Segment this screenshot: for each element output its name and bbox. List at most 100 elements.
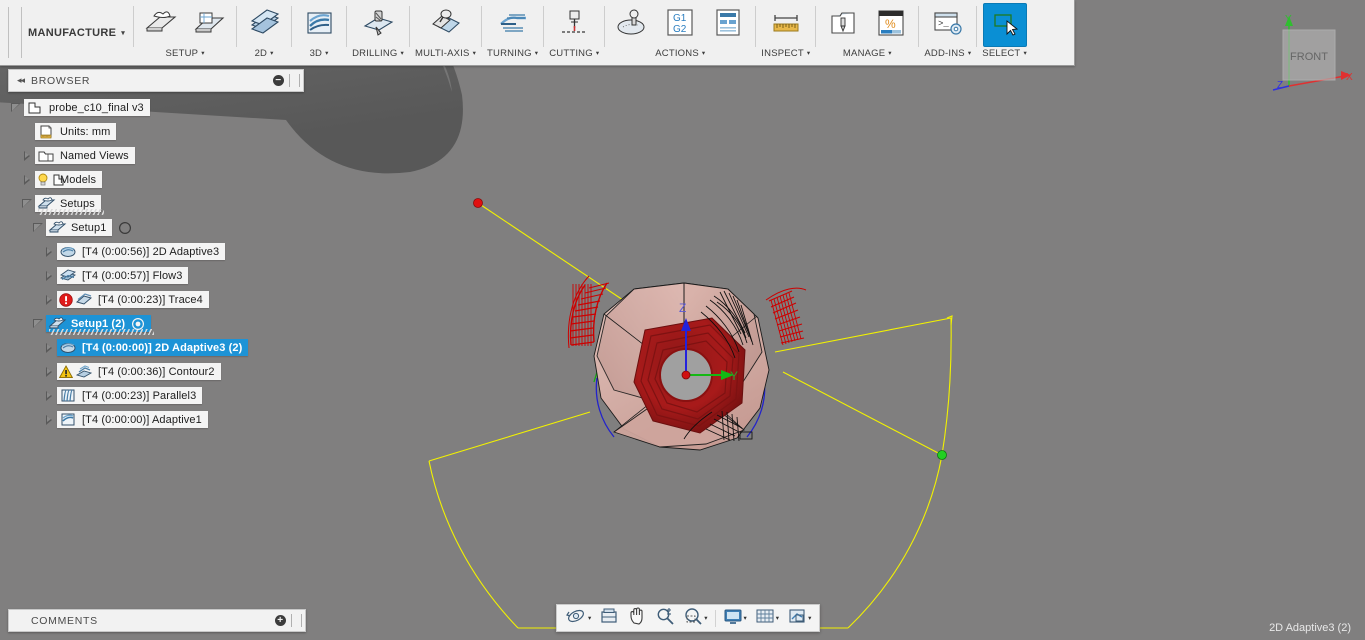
- collapse-panel-icon[interactable]: ◂◂: [9, 75, 31, 86]
- turning-button[interactable]: [491, 3, 535, 47]
- tree-item-chip[interactable]: [T4 (0:00:23)] Trace4: [57, 291, 209, 308]
- ribbon-panel-label[interactable]: INSPECT ▾: [761, 48, 810, 59]
- triangle-down-icon[interactable]: [19, 194, 35, 213]
- zoom-button[interactable]: [651, 606, 679, 630]
- tree-item-chip[interactable]: [T4 (0:00:57)] Flow3: [57, 267, 189, 284]
- triangle-right-icon[interactable]: [41, 290, 57, 309]
- manufacture-ribbon[interactable]: MANUFACTURE ▾ SETUP ▾ 2D ▾ 3D ▾ DRILLING ▾ MULTI…: [0, 0, 1075, 66]
- tool-library-button[interactable]: [821, 3, 865, 47]
- ribbon-panel-label[interactable]: MANAGE ▾: [843, 48, 892, 59]
- ribbon-panel-label[interactable]: ACTIONS ▾: [655, 48, 705, 59]
- select-button[interactable]: [982, 3, 1027, 47]
- tree-item-units[interactable]: Units: mm: [8, 122, 304, 141]
- ribbon-panel-label[interactable]: DRILLING ▾: [352, 48, 404, 59]
- look-at-button[interactable]: [595, 606, 623, 630]
- triangle-right-icon[interactable]: [41, 386, 57, 405]
- comments-resize-grip[interactable]: [291, 614, 302, 627]
- triangle-right-icon[interactable]: [41, 362, 57, 381]
- tree-item-op4[interactable]: [T4 (0:00:00)] 2D Adaptive3 (2): [8, 338, 304, 357]
- add-ins-button[interactable]: >_: [926, 3, 970, 47]
- new-folder-button[interactable]: [187, 3, 231, 47]
- workspace-switcher[interactable]: MANUFACTURE ▾: [24, 0, 133, 65]
- ribbon-panel-label[interactable]: SETUP ▾: [166, 48, 205, 59]
- panel-resize-grip[interactable]: [289, 74, 300, 87]
- ribbon-panel-label[interactable]: SELECT ▾: [982, 48, 1027, 59]
- tree-item-namedviews[interactable]: Named Views: [8, 146, 304, 165]
- minimize-icon[interactable]: −: [273, 75, 284, 86]
- browser-header[interactable]: ◂◂ BROWSER −: [8, 69, 304, 92]
- tree-item-chip[interactable]: [T4 (0:00:23)] Parallel3: [57, 387, 203, 404]
- view-cube[interactable]: Y X Z FRONT: [1261, 8, 1357, 96]
- machining-time-button[interactable]: %: [869, 3, 913, 47]
- triangle-right-icon[interactable]: [19, 170, 35, 189]
- measure-button[interactable]: [764, 3, 808, 47]
- tree-item-chip[interactable]: Models: [35, 171, 103, 188]
- tree-item-doc[interactable]: probe_c10_final v3: [8, 98, 304, 117]
- chevron-down-icon[interactable]: ▾: [588, 614, 591, 622]
- triangle-right-icon[interactable]: [41, 266, 57, 285]
- tree-item-chip[interactable]: Setup1: [46, 219, 113, 236]
- triangle-right-icon[interactable]: [41, 242, 57, 261]
- chevron-down-icon[interactable]: ▾: [808, 614, 811, 622]
- post-process-button[interactable]: G1 G2: [658, 3, 702, 47]
- browser-tree[interactable]: probe_c10_final v3 Units: mm Named Views Mo…: [8, 98, 304, 429]
- triangle-down-icon[interactable]: [30, 218, 46, 237]
- tree-item-op6[interactable]: [T4 (0:00:23)] Parallel3: [8, 386, 304, 405]
- ribbon-grip[interactable]: [8, 7, 22, 58]
- tree-item-op2[interactable]: [T4 (0:00:57)] Flow3: [8, 266, 304, 285]
- ribbon-panel-label[interactable]: 2D ▾: [255, 48, 274, 59]
- tree-item-op3[interactable]: [T4 (0:00:23)] Trace4: [8, 290, 304, 309]
- setup-inactive-marker[interactable]: [118, 221, 132, 235]
- triangle-right-icon[interactable]: [41, 338, 57, 357]
- setup-button[interactable]: [139, 3, 183, 47]
- ribbon-panel-label[interactable]: ADD-INS ▾: [924, 48, 971, 59]
- orbit-button[interactable]: ▾: [561, 606, 595, 630]
- triangle-down-icon[interactable]: [30, 314, 46, 333]
- browser-panel[interactable]: ◂◂ BROWSER − probe_c10_final v3 Units: mm…: [8, 69, 304, 434]
- tree-item-chip[interactable]: Setups: [35, 195, 104, 215]
- tree-item-op5[interactable]: [T4 (0:00:36)] Contour2: [8, 362, 304, 381]
- pan-button[interactable]: [623, 606, 651, 630]
- triangle-right-icon[interactable]: [19, 146, 35, 165]
- tree-item-chip[interactable]: [T4 (0:00:00)] Adaptive1: [57, 411, 208, 428]
- grid-snaps-button[interactable]: ▾: [751, 606, 783, 630]
- tree-item-chip[interactable]: Named Views: [35, 147, 135, 164]
- setup-active-marker[interactable]: [131, 317, 145, 331]
- add-comment-icon[interactable]: +: [275, 615, 286, 626]
- tree-item-setup1[interactable]: Setup1: [8, 218, 304, 237]
- chevron-down-icon[interactable]: ▾: [744, 614, 747, 622]
- ribbon-panel-label[interactable]: 3D ▾: [310, 48, 329, 59]
- chevron-down-icon[interactable]: ▾: [776, 614, 779, 622]
- tree-item-chip[interactable]: Units: mm: [35, 123, 117, 140]
- multi-axis-button[interactable]: [424, 3, 468, 47]
- threed-milling-button[interactable]: [297, 3, 341, 47]
- tree-item-chip[interactable]: [T4 (0:00:36)] Contour2: [57, 363, 221, 380]
- display-settings-button[interactable]: ▾: [719, 606, 751, 630]
- drilling-button[interactable]: [356, 3, 400, 47]
- tree-item-setups[interactable]: Setups: [8, 194, 304, 215]
- setup-sheet-button[interactable]: [706, 3, 750, 47]
- cutting-button[interactable]: [552, 3, 596, 47]
- tree-item-chip[interactable]: [T4 (0:00:56)] 2D Adaptive3: [57, 243, 226, 260]
- tree-item-chip[interactable]: [T4 (0:00:00)] 2D Adaptive3 (2): [57, 339, 249, 356]
- viewports-button[interactable]: ▾: [783, 606, 815, 630]
- zoom-window-button[interactable]: ▾: [679, 606, 711, 630]
- twod-milling-button[interactable]: [242, 3, 286, 47]
- triangle-down-icon[interactable]: [8, 98, 24, 117]
- ribbon-panel-label[interactable]: TURNING ▾: [487, 48, 538, 59]
- ribbon-panel-label[interactable]: CUTTING ▾: [549, 48, 599, 59]
- tree-item-setup2[interactable]: Setup1 (2): [8, 314, 304, 335]
- tree-item-op1[interactable]: [T4 (0:00:56)] 2D Adaptive3: [8, 242, 304, 261]
- comments-panel[interactable]: COMMENTS +: [8, 609, 306, 632]
- simulate-button[interactable]: [610, 3, 654, 47]
- triangle-right-icon[interactable]: [41, 410, 57, 429]
- tree-item-chip[interactable]: probe_c10_final v3: [24, 99, 150, 116]
- chevron-down-icon[interactable]: ▾: [704, 614, 707, 622]
- tree-item-models[interactable]: Models: [8, 170, 304, 189]
- navigation-bar[interactable]: ▾ ▾ ▾ ▾ ▾: [556, 604, 821, 632]
- ribbon-panel-label[interactable]: MULTI-AXIS ▾: [415, 48, 476, 59]
- tree-item-op7[interactable]: [T4 (0:00:00)] Adaptive1: [8, 410, 304, 429]
